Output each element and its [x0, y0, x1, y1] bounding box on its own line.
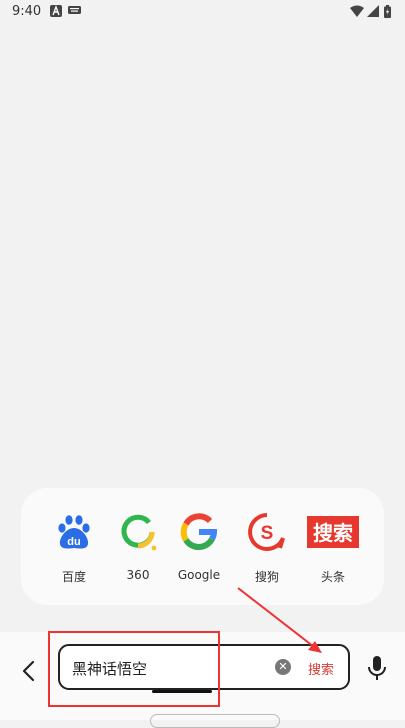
sogou-icon: S [248, 513, 285, 551]
keyboard-notification-icon [68, 6, 81, 14]
app-notification-icon [50, 5, 62, 17]
engine-baidu[interactable]: du 百度 [42, 512, 106, 584]
search-engine-card: du 百度 360 Google S 搜狗 搜索 头条 [21, 488, 384, 605]
engine-google[interactable]: Google [167, 512, 231, 584]
toutiao-icon: 搜索 [307, 516, 359, 548]
engine-360[interactable]: 360 [106, 512, 170, 584]
svg-text:du: du [67, 536, 80, 548]
engine-label: 360 [126, 568, 150, 582]
annotation-arrow [237, 587, 322, 653]
microphone-icon[interactable] [366, 654, 388, 682]
engine-label: 头条 [320, 570, 345, 584]
svg-text:搜索: 搜索 [313, 521, 353, 545]
home-indicator [150, 714, 280, 728]
search-panel: 黑神话悟空 ✕ 搜索 [0, 632, 405, 720]
battery-icon [384, 5, 391, 18]
clear-icon[interactable]: ✕ [275, 659, 291, 675]
engine-label: 百度 [61, 570, 86, 584]
baidu-icon: du [58, 515, 90, 549]
text-cursor-underline [152, 690, 212, 693]
360-icon [121, 514, 157, 551]
back-icon[interactable] [18, 657, 42, 685]
engine-toutiao[interactable]: 搜索 头条 [301, 512, 365, 584]
engine-sogou[interactable]: S 搜狗 [235, 512, 299, 584]
cell-signal-icon [367, 5, 379, 17]
google-icon [180, 513, 218, 551]
search-button[interactable]: 搜索 [308, 659, 334, 678]
search-input[interactable]: 黑神话悟空 ✕ 搜索 [58, 644, 350, 690]
status-time: 9:40 [12, 4, 42, 19]
engine-label: 搜狗 [254, 570, 279, 584]
status-bar: 9:40 [0, 0, 405, 26]
engine-label: Google [177, 568, 221, 582]
search-query-text[interactable]: 黑神话悟空 [72, 658, 147, 679]
wifi-icon [350, 5, 364, 17]
svg-text:S: S [261, 523, 274, 544]
